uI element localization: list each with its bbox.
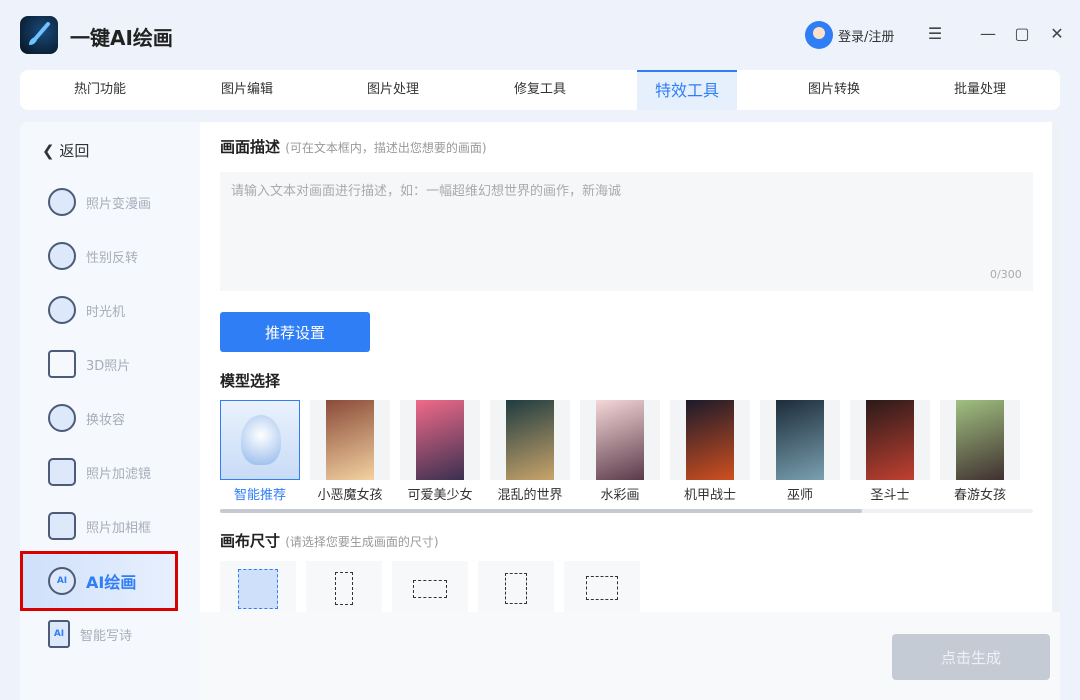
chevron-left-icon: ❮ <box>42 142 60 160</box>
canvas-size-option[interactable] <box>306 561 382 612</box>
model-thumbnail <box>580 400 660 480</box>
model-card[interactable]: 混乱的世界 <box>490 400 570 503</box>
sidebar-item-filter[interactable]: 照片加滤镜 <box>20 448 200 496</box>
app-logo <box>20 16 58 54</box>
sidebar-item-poem[interactable]: AI 智能写诗 <box>20 610 200 658</box>
frame-icon <box>48 512 76 540</box>
model-thumbnail <box>220 400 300 480</box>
tab-image-edit[interactable]: 图片编辑 <box>197 70 297 110</box>
model-card[interactable]: 可爱美少女 <box>400 400 480 503</box>
model-thumbnail <box>670 400 750 480</box>
ai-doc-icon: AI <box>48 620 70 648</box>
recommend-settings-button[interactable]: 推荐设置 <box>220 312 370 352</box>
model-label: 小恶魔女孩 <box>317 488 383 503</box>
layers-icon <box>48 350 76 378</box>
ai-palette-icon: AI <box>48 567 76 595</box>
model-label: 水彩画 <box>600 488 640 503</box>
canvas-heading: 画布尺寸 (请选择您要生成画面的尺寸) <box>220 532 439 550</box>
login-link[interactable]: 登录/注册 <box>838 26 894 45</box>
gender-icon <box>48 242 76 270</box>
tab-convert[interactable]: 图片转换 <box>784 70 884 110</box>
model-image <box>776 400 824 480</box>
minimize-icon[interactable]: — <box>978 24 998 43</box>
app-title: 一键AI绘画 <box>70 26 173 50</box>
vertical-scrollbar[interactable] <box>1053 122 1059 612</box>
sidebar-item-makeup[interactable]: 换妆容 <box>20 394 200 442</box>
model-image <box>326 400 374 480</box>
model-card[interactable]: 巫师 <box>760 400 840 503</box>
close-icon[interactable]: ✕ <box>1047 24 1067 43</box>
model-image <box>686 400 734 480</box>
avatar[interactable] <box>805 21 833 49</box>
maximize-icon[interactable]: ▢ <box>1012 24 1032 43</box>
char-count: 0/300 <box>990 268 1022 281</box>
bear-face-icon <box>48 188 76 216</box>
model-card[interactable]: 圣斗士 <box>850 400 930 503</box>
sidebar-item-ai-drawing[interactable]: AI AI绘画 <box>20 551 178 611</box>
model-card[interactable]: 小恶魔女孩 <box>310 400 390 503</box>
tab-effects[interactable]: 特效工具 <box>637 70 737 110</box>
model-image <box>866 400 914 480</box>
model-scrollbar-thumb[interactable] <box>220 509 862 513</box>
sidebar-item-gender[interactable]: 性别反转 <box>20 232 200 280</box>
sidebar-item-frame[interactable]: 照片加相框 <box>20 502 200 550</box>
canvas-size-option[interactable] <box>392 561 468 612</box>
model-thumbnail <box>400 400 480 480</box>
canvas-size-option[interactable] <box>220 561 296 612</box>
tab-bar: 热门功能 图片编辑 图片处理 修复工具 特效工具 图片转换 批量处理 <box>20 70 1060 110</box>
back-button[interactable]: ❮ 返回 <box>42 140 89 161</box>
clock-icon <box>48 296 76 324</box>
tab-image-process[interactable]: 图片处理 <box>343 70 443 110</box>
filter-icon <box>48 458 76 486</box>
model-thumbnail <box>850 400 930 480</box>
desc-heading: 画面描述 (可在文本框内，描述出您想要的画面) <box>220 138 487 156</box>
tab-hot[interactable]: 热门功能 <box>50 70 150 110</box>
model-label: 可爱美少女 <box>407 488 473 503</box>
model-label: 机甲战士 <box>683 488 736 503</box>
description-input[interactable] <box>220 172 1033 291</box>
model-label: 混乱的世界 <box>497 488 563 503</box>
tab-batch[interactable]: 批量处理 <box>930 70 1030 110</box>
face-icon <box>48 404 76 432</box>
tab-repair[interactable]: 修复工具 <box>490 70 590 110</box>
model-label: 智能推荐 <box>233 488 286 503</box>
model-label: 巫师 <box>786 488 813 503</box>
model-card[interactable]: 智能推荐 <box>220 400 300 503</box>
model-thumbnail <box>760 400 840 480</box>
canvas-size-option[interactable] <box>564 561 640 612</box>
robot-icon <box>241 415 281 465</box>
sidebar-item-cartoon[interactable]: 照片变漫画 <box>20 178 200 226</box>
model-image <box>956 400 1004 480</box>
model-thumbnail <box>940 400 1020 480</box>
model-label: 春游女孩 <box>953 488 1006 503</box>
hamburger-icon[interactable]: ☰ <box>925 24 945 43</box>
model-card[interactable]: 水彩画 <box>580 400 660 503</box>
generate-button[interactable]: 点击生成 <box>892 634 1050 680</box>
model-image <box>416 400 464 480</box>
model-label: 圣斗士 <box>870 488 910 503</box>
model-card[interactable]: 春游女孩 <box>940 400 1020 503</box>
model-image <box>596 400 644 480</box>
sidebar-item-time-machine[interactable]: 时光机 <box>20 286 200 334</box>
model-heading: 模型选择 <box>220 372 281 390</box>
model-thumbnail <box>310 400 390 480</box>
model-card[interactable]: 机甲战士 <box>670 400 750 503</box>
model-image <box>506 400 554 480</box>
canvas-size-option[interactable] <box>478 561 554 612</box>
paintbrush-icon <box>29 22 50 45</box>
sidebar-item-3d[interactable]: 3D照片 <box>20 340 200 388</box>
model-thumbnail <box>490 400 570 480</box>
